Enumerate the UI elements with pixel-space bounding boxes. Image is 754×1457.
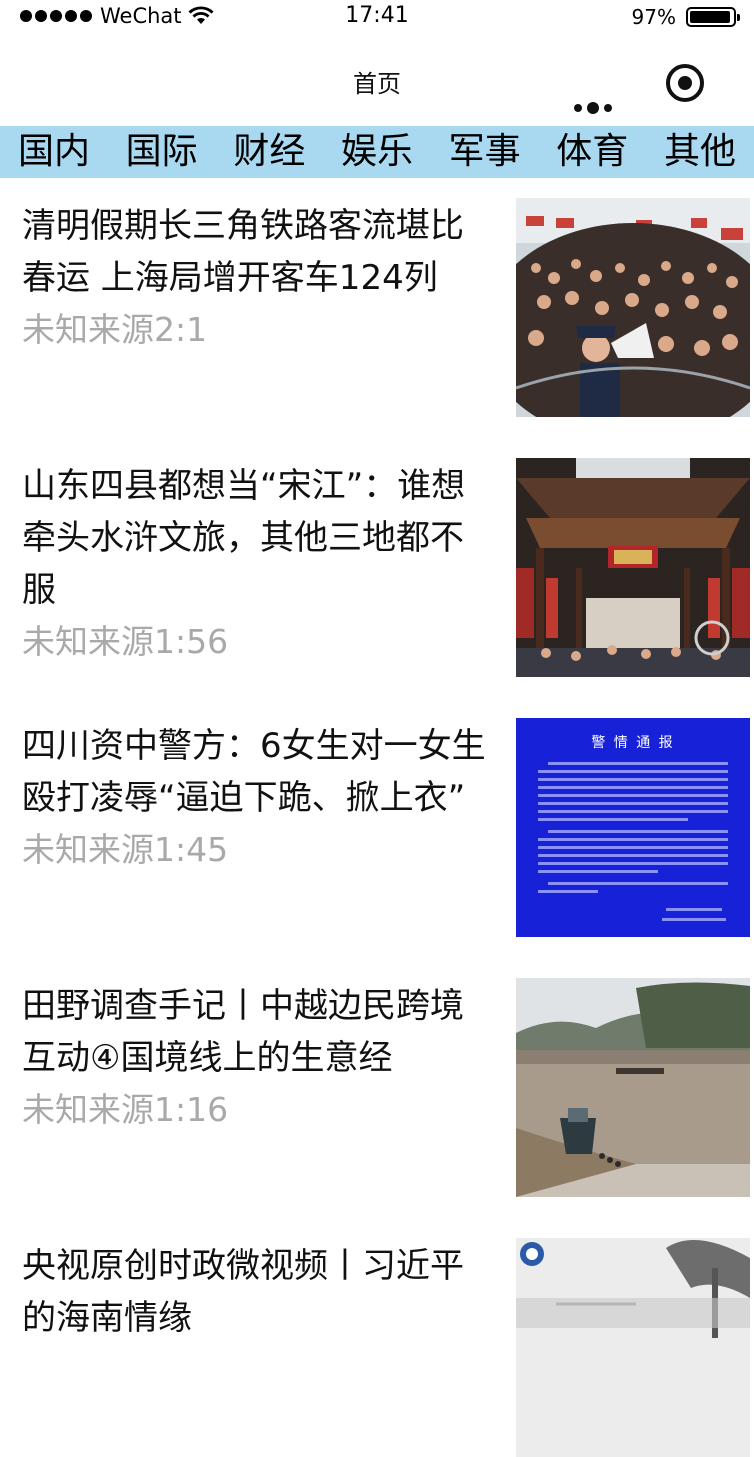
news-title: 田野调查手记丨中越边民跨境互动④国境线上的生意经 <box>22 986 464 1078</box>
tab-finance[interactable]: 财经 <box>233 126 305 178</box>
tab-military[interactable]: 军事 <box>449 126 521 178</box>
news-thumbnail-train-station <box>516 198 750 417</box>
news-meta: 未知来源1:16 <box>22 1084 492 1136</box>
battery-percent: 97% <box>631 5 676 29</box>
tab-domestic[interactable]: 国内 <box>18 126 90 178</box>
status-bar: WeChat 17:41 97% <box>0 0 754 36</box>
news-thumbnail-hainan-video <box>516 1238 750 1457</box>
news-item[interactable]: 清明假期长三角铁路客流堪比春运 上海局增开客车124列 未知来源2:1 <box>0 178 754 438</box>
news-title: 央视原创时政微视频丨习近平的海南情缘 <box>22 1246 464 1338</box>
news-thumbnail-police-notice: 警 情 通 报 <box>516 718 750 937</box>
more-options-icon[interactable] <box>574 102 612 114</box>
news-item[interactable]: 央视原创时政微视频丨习近平的海南情缘 <box>0 1218 754 1457</box>
battery-indicator: 97% <box>631 5 740 29</box>
news-title: 山东四县都想当“宋江”：谁想牵头水浒文旅，其他三地都不服 <box>22 466 466 610</box>
news-time: 1:45 <box>154 830 229 869</box>
news-thumbnail-border-river <box>516 978 750 1197</box>
navigation-bar: 首页 <box>0 36 754 126</box>
news-item[interactable]: 山东四县都想当“宋江”：谁想牵头水浒文旅，其他三地都不服 未知来源1:56 <box>0 438 754 698</box>
news-item[interactable]: 四川资中警方：6女生对一女生殴打凌辱“逼迫下跪、掀上衣” 未知来源1:45 警 … <box>0 698 754 958</box>
news-meta: 未知来源1:45 <box>22 824 492 876</box>
news-title-block: 央视原创时政微视频丨习近平的海南情缘 <box>22 1240 492 1344</box>
news-meta: 未知来源2:1 <box>22 304 492 356</box>
news-time: 1:16 <box>154 1090 229 1129</box>
tab-entertainment[interactable]: 娱乐 <box>341 126 413 178</box>
category-tabs: 国内 国际 财经 娱乐 军事 体育 其他 <box>0 126 754 178</box>
tab-international[interactable]: 国际 <box>126 126 198 178</box>
news-title-block: 田野调查手记丨中越边民跨境互动④国境线上的生意经 未知来源1:16 <box>22 980 492 1136</box>
news-source: 未知来源 <box>22 310 154 349</box>
news-source: 未知来源 <box>22 622 154 661</box>
news-time: 2:1 <box>154 310 208 349</box>
news-time: 1:56 <box>154 622 229 661</box>
notice-text-lines <box>538 762 728 921</box>
page-title: 首页 <box>353 70 401 98</box>
tab-other[interactable]: 其他 <box>664 126 736 178</box>
news-title-block: 山东四县都想当“宋江”：谁想牵头水浒文旅，其他三地都不服 未知来源1:56 <box>22 460 492 668</box>
news-thumbnail-ancient-hall <box>516 458 750 677</box>
news-title: 四川资中警方：6女生对一女生殴打凌辱“逼迫下跪、掀上衣” <box>22 726 486 818</box>
close-miniprogram-icon[interactable] <box>666 64 704 102</box>
news-title-block: 清明假期长三角铁路客流堪比春运 上海局增开客车124列 未知来源2:1 <box>22 200 492 356</box>
news-title-block: 四川资中警方：6女生对一女生殴打凌辱“逼迫下跪、掀上衣” 未知来源1:45 <box>22 720 492 876</box>
news-source: 未知来源 <box>22 1090 154 1129</box>
news-item[interactable]: 田野调查手记丨中越边民跨境互动④国境线上的生意经 未知来源1:16 <box>0 958 754 1218</box>
news-source: 未知来源 <box>22 830 154 869</box>
news-title: 清明假期长三角铁路客流堪比春运 上海局增开客车124列 <box>22 206 464 298</box>
battery-icon <box>686 7 740 27</box>
news-meta: 未知来源1:56 <box>22 616 492 668</box>
tab-sports[interactable]: 体育 <box>556 126 628 178</box>
